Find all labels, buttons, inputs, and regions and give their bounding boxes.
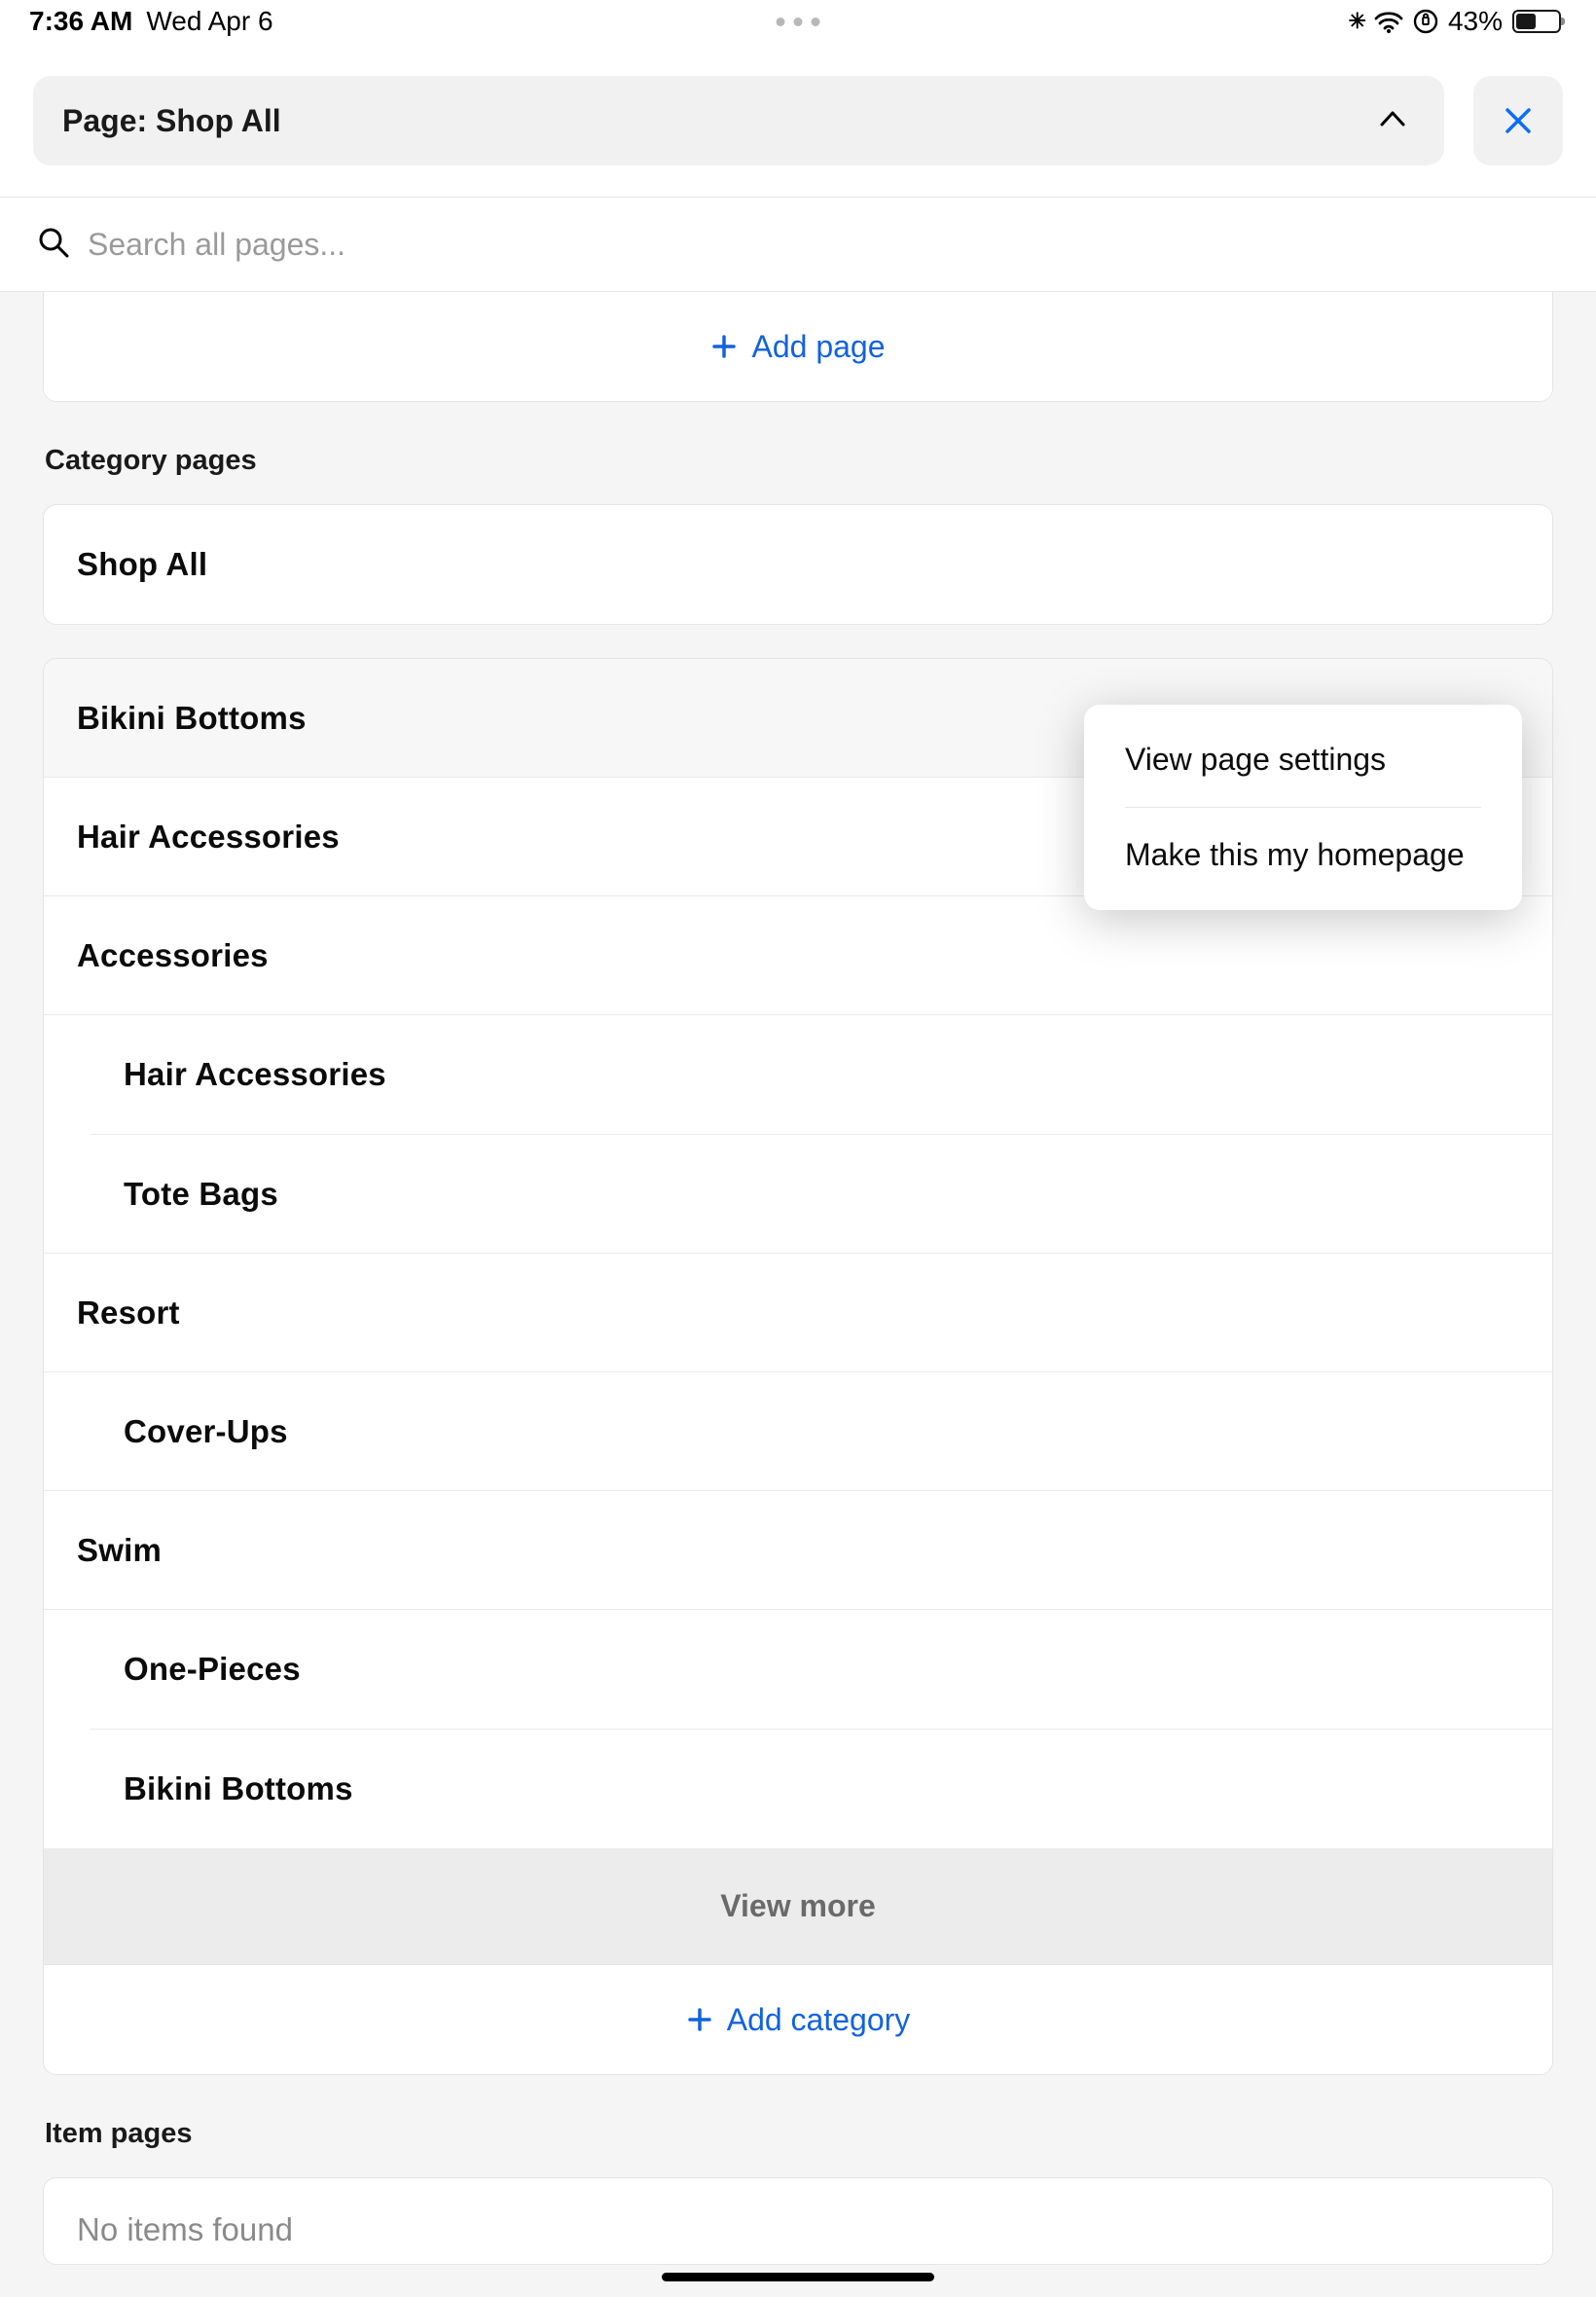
category-pages-label: Category pages <box>43 402 1553 504</box>
orientation-lock-icon <box>1413 9 1438 34</box>
shop-all-card: Shop All <box>43 504 1553 625</box>
status-time: 7:36 AM <box>29 6 132 37</box>
category-row-resort-coverups[interactable]: Cover-Ups <box>44 1372 1552 1491</box>
category-title: Resort <box>77 1294 180 1331</box>
no-items-text: No items found <box>44 2178 1552 2258</box>
category-title: Swim <box>77 1532 162 1569</box>
add-category-label: Add category <box>727 2002 911 2038</box>
menu-item-view-page-settings[interactable]: View page settings <box>1084 712 1522 807</box>
category-title: One-Pieces <box>124 1651 301 1688</box>
category-row-shop-all[interactable]: Shop All <box>44 505 1552 624</box>
context-menu: View page settings Make this my homepage <box>1084 705 1522 910</box>
category-title: Shop All <box>77 546 207 583</box>
header-bar: Page: Shop All <box>0 43 1596 197</box>
content-area: Add page Category pages Shop All Bikini … <box>0 292 1596 2297</box>
category-row-swim[interactable]: Swim <box>44 1491 1552 1610</box>
battery-icon <box>1512 10 1561 33</box>
home-indicator[interactable] <box>662 2273 934 2281</box>
add-category-button[interactable]: Add category <box>44 1965 1552 2074</box>
chevron-up-icon <box>1374 100 1411 142</box>
page-selector[interactable]: Page: Shop All <box>33 76 1444 165</box>
category-title: Hair Accessories <box>124 1056 386 1093</box>
wifi-icon <box>1374 10 1403 33</box>
menu-item-make-homepage[interactable]: Make this my homepage <box>1084 808 1522 902</box>
category-row-accessories[interactable]: Accessories <box>44 896 1552 1015</box>
activity-icon: ✳︎ <box>1349 9 1364 34</box>
item-pages-label: Item pages <box>43 2075 1553 2177</box>
close-button[interactable] <box>1473 76 1563 165</box>
category-title: Tote Bags <box>124 1176 278 1213</box>
item-pages-card: No items found <box>43 2177 1553 2265</box>
category-row-accessories-tote-bags[interactable]: Tote Bags <box>44 1135 1552 1254</box>
view-more-label: View more <box>720 1888 875 1924</box>
category-title: Accessories <box>77 937 269 974</box>
category-row-swim-onepieces[interactable]: One-Pieces <box>44 1610 1552 1729</box>
search-row[interactable] <box>0 197 1596 292</box>
category-row-swim-bikini-bottoms[interactable]: Bikini Bottoms <box>44 1730 1552 1848</box>
category-title: Cover-Ups <box>124 1413 288 1450</box>
battery-percent-text: 43% <box>1448 6 1503 37</box>
status-bar: 7:36 AM Wed Apr 6 ✳︎ 43% <box>0 0 1596 43</box>
search-icon <box>37 226 70 264</box>
multitask-dots[interactable] <box>777 18 820 26</box>
category-title: Bikini Bottoms <box>77 700 307 737</box>
status-right: ✳︎ 43% <box>1349 6 1561 37</box>
search-input[interactable] <box>88 227 1559 263</box>
page-selector-label: Page: Shop All <box>62 103 281 139</box>
view-more-button[interactable]: View more <box>44 1848 1552 1965</box>
category-row-accessories-hair[interactable]: Hair Accessories <box>44 1015 1552 1134</box>
category-row-resort[interactable]: Resort <box>44 1254 1552 1372</box>
status-date: Wed Apr 6 <box>146 6 272 37</box>
category-title: Hair Accessories <box>77 819 340 856</box>
add-page-label: Add page <box>751 329 885 365</box>
status-left: 7:36 AM Wed Apr 6 <box>29 6 273 37</box>
add-page-button[interactable]: Add page <box>44 292 1552 401</box>
add-page-card: Add page <box>43 292 1553 402</box>
category-title: Bikini Bottoms <box>124 1770 353 1807</box>
